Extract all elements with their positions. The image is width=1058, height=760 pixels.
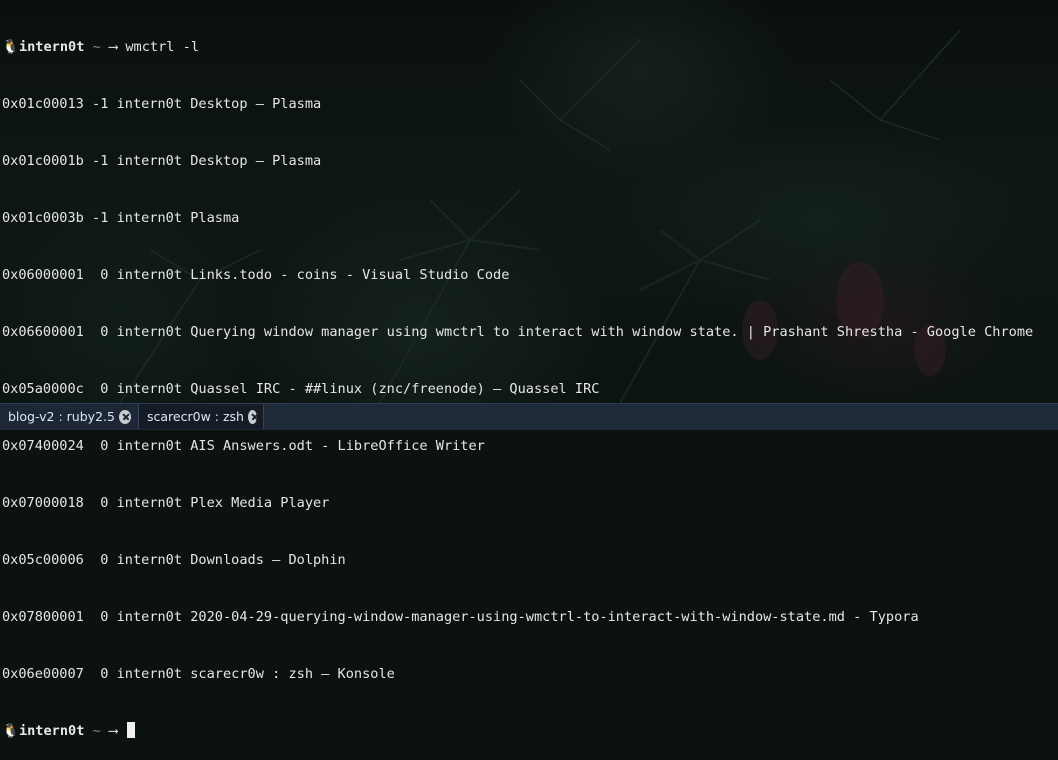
output-line: 0x07000018 0 intern0t Plex Media Player [2,495,330,511]
terminal-output[interactable]: 🐧intern0t ~ ⟶ wmctrl -l 0x01c00013 -1 in… [2,0,1056,739]
output-line: 0x06e00007 0 intern0t scarecr0w : zsh — … [2,666,395,682]
command-line: 🐧intern0t ~ ⟶ wmctrl -l [2,38,1056,57]
tux-icon: 🐧 [2,723,19,739]
terminal-tab-bar: blog-v2 : ruby2.5 scarecr0w : zsh [0,403,1058,430]
output-line: 0x07800001 0 intern0t 2020-04-29-queryin… [2,609,919,625]
prompt-arrow: ⟶ [108,39,118,55]
tab-label: blog-v2 : ruby2.5 [8,409,115,424]
output-line: 0x06000001 0 intern0t Links.todo - coins… [2,267,510,283]
prompt-arrow: ⟶ [108,723,118,739]
text-cursor [127,722,136,738]
output-line: 0x01c00013 -1 intern0t Desktop — Plasma [2,96,322,112]
close-icon[interactable] [247,409,257,424]
output-line: 0x06600001 0 intern0t Querying window ma… [2,324,1034,340]
current-prompt-line[interactable]: 🐧intern0t ~ ⟶ [2,722,1056,741]
tux-icon: 🐧 [2,39,19,55]
output-line: 0x05a0000c 0 intern0t Quassel IRC - ##li… [2,381,600,397]
tab-blog-v2[interactable]: blog-v2 : ruby2.5 [0,404,137,429]
prompt-dir: ~ [92,39,101,55]
output-line: 0x01c0001b -1 intern0t Desktop — Plasma [2,153,322,169]
output-line: 0x07400024 0 intern0t AIS Answers.odt - … [2,438,485,454]
output-line: 0x05c00006 0 intern0t Downloads — Dolphi… [2,552,346,568]
command-text: wmctrl -l [125,39,200,55]
prompt-user: intern0t [18,39,85,55]
prompt-dir: ~ [92,723,101,739]
prompt-user: intern0t [18,723,85,739]
tab-label: scarecr0w : zsh [147,409,244,424]
close-icon[interactable] [118,409,131,424]
output-line: 0x01c0003b -1 intern0t Plasma [2,210,240,226]
tab-scarecr0w[interactable]: scarecr0w : zsh [138,404,264,429]
